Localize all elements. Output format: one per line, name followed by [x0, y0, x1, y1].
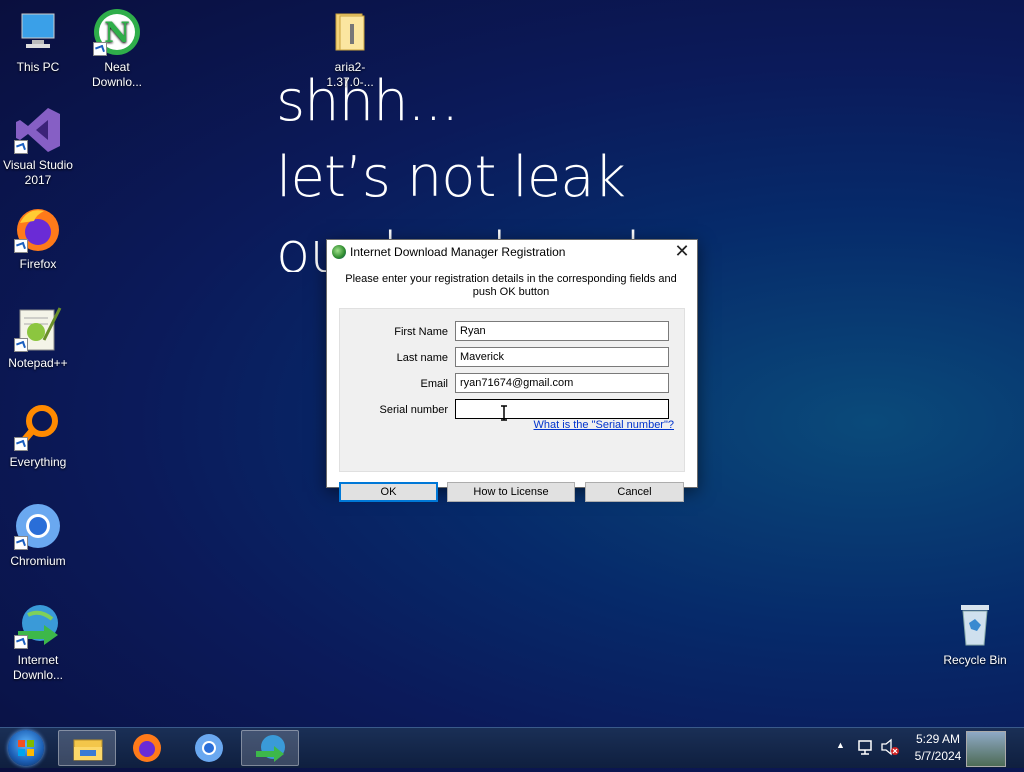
- desktop-icon-firefox[interactable]: Firefox: [0, 205, 76, 272]
- email-label: Email: [420, 378, 448, 390]
- chromium-icon: [195, 734, 223, 762]
- email-field[interactable]: [455, 373, 669, 393]
- dialog-body: Please enter your registration details i…: [327, 264, 697, 502]
- taskbar-file-explorer[interactable]: [58, 730, 116, 766]
- neat-download-icon: N: [93, 8, 141, 56]
- text-cursor-icon: [501, 405, 507, 421]
- chromium-icon: [14, 502, 62, 550]
- shortcut-arrow-icon: [14, 635, 28, 649]
- desktop-icon-recycle-bin[interactable]: Recycle Bin: [937, 601, 1013, 668]
- shortcut-arrow-icon: [14, 338, 28, 352]
- desktop-icon-label: This PC: [16, 60, 60, 74]
- close-button[interactable]: ✕: [673, 242, 691, 260]
- cancel-button[interactable]: Cancel: [585, 482, 684, 502]
- intro-text: Please enter your registration details i…: [345, 273, 677, 298]
- email-row: Email: [340, 372, 684, 396]
- windows-logo-icon: [18, 740, 34, 756]
- clock-time: 5:29 AM: [915, 732, 961, 746]
- shortcut-arrow-icon: [14, 437, 28, 451]
- first-name-row: First Name: [340, 320, 684, 344]
- shortcut-arrow-icon: [93, 42, 107, 56]
- folder-icon: [326, 8, 374, 56]
- taskbar-internet-download-manager[interactable]: [241, 730, 299, 766]
- taskbar-chromium[interactable]: [180, 730, 238, 766]
- desktop-icon-internet-download-manager[interactable]: Internet Downlo...: [0, 601, 76, 683]
- fields-panel: First Name Last name Email Serial number…: [339, 308, 685, 472]
- shortcut-arrow-icon: [14, 239, 28, 253]
- desktop-icon-this-pc[interactable]: This PC: [0, 8, 76, 75]
- volume-muted-icon[interactable]: [880, 738, 900, 756]
- last-name-row: Last name: [340, 346, 684, 370]
- taskbar-firefox[interactable]: [118, 730, 176, 766]
- registration-dialog: Internet Download Manager Registration ✕…: [326, 239, 698, 502]
- serial-number-help-link[interactable]: What is the "Serial number"?: [534, 419, 674, 431]
- dialog-title: Internet Download Manager Registration: [350, 245, 566, 259]
- network-icon[interactable]: [857, 738, 875, 756]
- first-name-field[interactable]: [455, 321, 669, 341]
- clock-date: 5/7/2024: [914, 749, 962, 763]
- desktop-icon-label: Notepad++: [8, 356, 68, 370]
- idm-icon: [14, 601, 62, 649]
- wallpaper-line-2: let’s not leak: [276, 145, 626, 210]
- desktop-icon-label: Internet Downlo...: [12, 653, 64, 682]
- shortcut-arrow-icon: [14, 536, 28, 550]
- how-to-license-button[interactable]: How to License: [447, 482, 575, 502]
- desktop-icon-visual-studio[interactable]: Visual Studio 2017: [0, 106, 76, 188]
- show-hidden-icons-button[interactable]: ▲: [836, 740, 845, 750]
- desktop-icon-neat-download[interactable]: N Neat Downlo...: [79, 8, 155, 90]
- desktop-icon-label: Chromium: [10, 554, 66, 568]
- desktop-icon-label: Everything: [9, 455, 67, 469]
- show-desktop-thumbnail[interactable]: [966, 731, 1006, 767]
- notepad-plus-plus-icon: [14, 304, 62, 352]
- last-name-field[interactable]: [455, 347, 669, 367]
- ok-button[interactable]: OK: [339, 482, 438, 502]
- everything-search-icon: [14, 403, 62, 451]
- recycle-bin-icon: [951, 601, 999, 649]
- svg-text:N: N: [104, 16, 130, 49]
- firefox-icon: [133, 734, 161, 762]
- desktop-icon-everything[interactable]: Everything: [0, 403, 76, 470]
- shortcut-arrow-icon: [14, 140, 28, 154]
- first-name-label: First Name: [394, 326, 448, 338]
- idm-app-icon: [332, 245, 346, 259]
- last-name-label: Last name: [396, 352, 448, 364]
- desktop-icon-label: Visual Studio 2017: [3, 158, 73, 187]
- computer-icon: [14, 8, 62, 56]
- start-button[interactable]: [8, 730, 44, 766]
- desktop-icon-label: Neat Downlo...: [91, 60, 143, 89]
- desktop-icon-aria2-folder[interactable]: aria2-1.37.0-...: [312, 8, 388, 90]
- desktop-icon-label: Firefox: [19, 257, 57, 271]
- idm-icon: [256, 735, 285, 762]
- serial-number-label: Serial number: [379, 404, 448, 416]
- visual-studio-icon: [14, 106, 62, 154]
- desktop-icon-label: aria2-1.37.0-...: [326, 60, 374, 89]
- desktop-icon-label: Recycle Bin: [943, 653, 1007, 667]
- file-explorer-icon: [73, 739, 103, 761]
- desktop-icon-chromium[interactable]: Chromium: [0, 502, 76, 569]
- serial-number-field[interactable]: [455, 399, 669, 419]
- firefox-icon: [14, 205, 62, 253]
- desktop-icon-notepad-plus-plus[interactable]: Notepad++: [0, 304, 76, 371]
- dialog-titlebar[interactable]: Internet Download Manager Registration ✕: [327, 240, 697, 264]
- taskbar: ▲ 5:29 AM 5/7/2024: [0, 727, 1024, 768]
- clock[interactable]: 5:29 AM 5/7/2024: [910, 731, 966, 765]
